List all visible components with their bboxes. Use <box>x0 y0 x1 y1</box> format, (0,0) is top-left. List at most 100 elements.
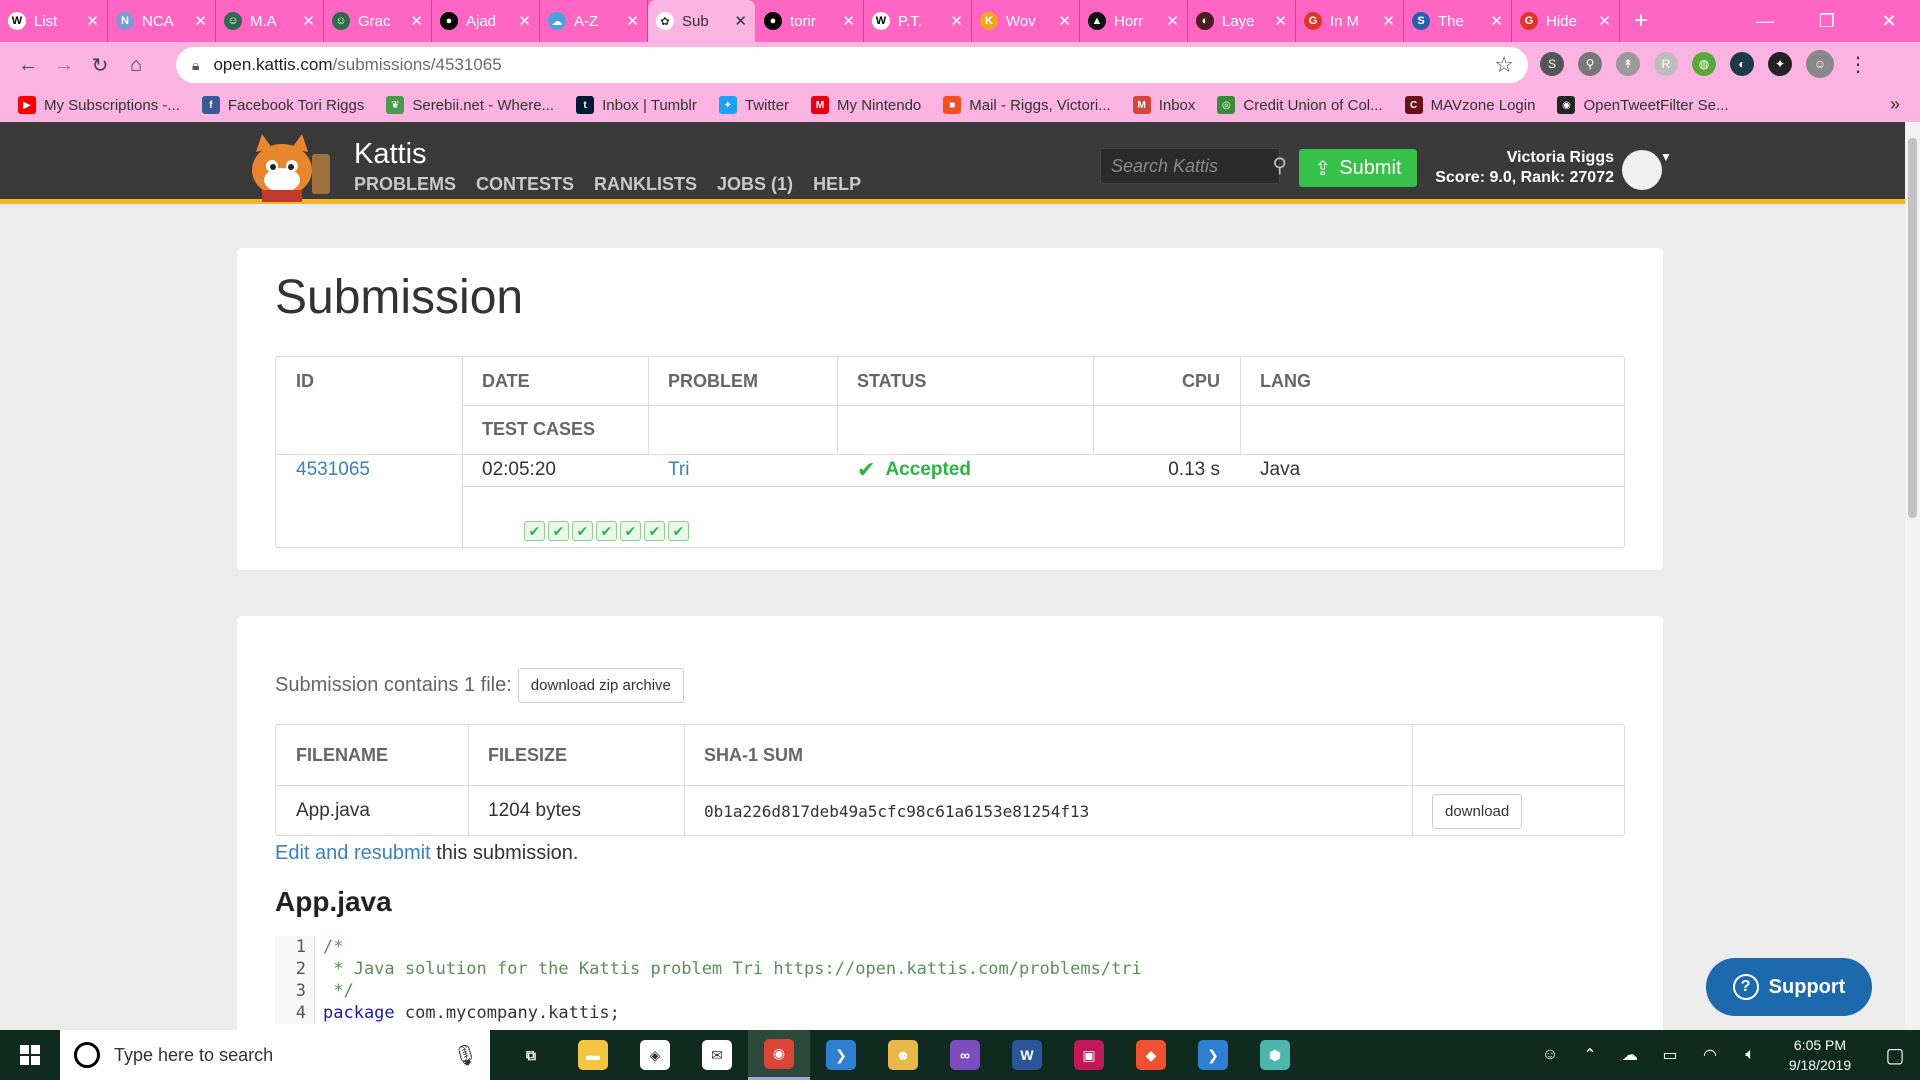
taskbar-app-store[interactable]: ◈ <box>624 1030 686 1080</box>
chevron-up-icon[interactable]: ⌃ <box>1570 1045 1610 1065</box>
tab-close-icon[interactable]: ✕ <box>1274 12 1287 30</box>
bookmark-item[interactable]: ■ Mail - Riggs, Victori... <box>943 96 1111 114</box>
browser-tab[interactable]: ☁ A-Z ✕ <box>540 0 648 42</box>
bookmark-item[interactable]: ▶ My Subscriptions -... <box>18 96 180 114</box>
tab-close-icon[interactable]: ✕ <box>302 12 315 30</box>
forward-icon[interactable]: → <box>46 47 82 83</box>
volume-icon[interactable]: 🔈︎ <box>1730 1046 1770 1064</box>
nav-jobs[interactable]: JOBS (1) <box>717 174 793 195</box>
reload-icon[interactable]: ↻ <box>82 47 118 83</box>
browser-tab[interactable]: ✿ Sub ✕ <box>648 0 756 42</box>
tab-close-icon[interactable]: ✕ <box>1058 12 1071 30</box>
clock[interactable]: 6:05 PM 9/18/2019 <box>1770 1035 1870 1075</box>
submit-button[interactable]: ⇪ Submit <box>1299 149 1417 187</box>
taskbar-app-git[interactable]: ◆ <box>1120 1030 1182 1080</box>
taskbar-app-vscode[interactable]: ❯ <box>810 1030 872 1080</box>
test-case-pass-icon[interactable]: ✔ <box>620 521 641 541</box>
taskbar-app-app-cube[interactable]: ⬢ <box>1244 1030 1306 1080</box>
tab-close-icon[interactable]: ✕ <box>86 12 99 30</box>
tab-close-icon[interactable]: ✕ <box>734 12 747 30</box>
taskbar-app-vscode-2[interactable]: ❯ <box>1182 1030 1244 1080</box>
bookmark-item[interactable]: ◎ Credit Union of Col... <box>1217 96 1383 114</box>
bookmark-item[interactable]: ◉ OpenTweetFilter Se... <box>1557 96 1729 114</box>
caret-down-icon[interactable]: ▼ <box>1660 150 1672 164</box>
tab-close-icon[interactable]: ✕ <box>1490 12 1503 30</box>
browser-tab[interactable]: K Wov ✕ <box>972 0 1080 42</box>
submission-id-link[interactable]: 4531065 <box>276 454 370 486</box>
back-icon[interactable]: ← <box>10 47 46 83</box>
microphone-icon[interactable]: 🎙︎ <box>453 1043 478 1068</box>
bookmark-item[interactable]: t Inbox | Tumblr <box>576 96 697 114</box>
bookmark-item[interactable]: f Facebook Tori Riggs <box>201 96 364 114</box>
close-window-icon[interactable]: ✕ <box>1858 0 1920 42</box>
extension-icon[interactable]: ◐ <box>1730 52 1754 76</box>
test-case-pass-icon[interactable]: ✔ <box>596 521 617 541</box>
browser-tab[interactable]: W List ✕ <box>0 0 108 42</box>
browser-tab[interactable]: ● torir ✕ <box>756 0 864 42</box>
taskbar-app-task-view[interactable]: ⧉ <box>500 1030 562 1080</box>
scrollbar-thumb[interactable] <box>1908 138 1917 518</box>
test-case-pass-icon[interactable]: ✔ <box>644 521 665 541</box>
start-button[interactable] <box>0 1030 60 1080</box>
tab-close-icon[interactable]: ✕ <box>842 12 855 30</box>
new-tab-icon[interactable]: + <box>1620 0 1662 42</box>
bookmark-item[interactable]: C MAVzone Login <box>1404 96 1535 114</box>
tab-close-icon[interactable]: ✕ <box>518 12 531 30</box>
browser-tab[interactable]: ● Ajad ✕ <box>432 0 540 42</box>
bookmark-item[interactable]: M Inbox <box>1132 96 1195 114</box>
download-file-button[interactable]: download <box>1432 793 1523 829</box>
avatar[interactable] <box>1622 150 1662 190</box>
browser-tab[interactable]: S The ✕ <box>1404 0 1512 42</box>
taskbar-app-chrome[interactable]: ◉ <box>748 1030 810 1080</box>
tab-close-icon[interactable]: ✕ <box>1598 12 1611 30</box>
wifi-icon[interactable]: ◠ <box>1690 1045 1730 1065</box>
menu-kebab-icon[interactable]: ⋮ <box>1848 52 1868 77</box>
restore-icon[interactable]: ❐ <box>1796 0 1858 42</box>
browser-tab[interactable]: ☺ M.A ✕ <box>216 0 324 42</box>
browser-tab[interactable]: ▲ Horr ✕ <box>1080 0 1188 42</box>
extension-icon[interactable]: R <box>1654 52 1678 76</box>
nav-ranklists[interactable]: RANKLISTS <box>594 174 697 195</box>
people-icon[interactable]: ☺ <box>1530 1046 1570 1064</box>
tab-close-icon[interactable]: ✕ <box>626 12 639 30</box>
extension-icon[interactable]: ◍ <box>1692 52 1716 76</box>
battery-icon[interactable]: ▭ <box>1650 1045 1690 1065</box>
support-button[interactable]: ? Support <box>1706 958 1872 1016</box>
taskbar-app-game[interactable]: ☻ <box>872 1030 934 1080</box>
notifications-icon[interactable]: ▢ <box>1870 1043 1920 1068</box>
minimize-icon[interactable]: — <box>1734 0 1796 42</box>
taskbar-search[interactable]: Type here to search 🎙︎ <box>60 1030 490 1080</box>
profile-avatar[interactable]: ☺ <box>1806 50 1834 78</box>
edit-resubmit-link[interactable]: Edit and resubmit <box>275 842 431 864</box>
taskbar-app-mail[interactable]: ✉ <box>686 1030 748 1080</box>
browser-tab[interactable]: ☺ Grac ✕ <box>324 0 432 42</box>
page-scrollbar[interactable] <box>1905 122 1920 1030</box>
kattis-brand[interactable]: Kattis <box>354 138 427 171</box>
extension-icon[interactable]: ⚲ <box>1578 52 1602 76</box>
browser-tab[interactable]: G Hide ✕ <box>1512 0 1620 42</box>
tab-close-icon[interactable]: ✕ <box>410 12 423 30</box>
nav-problems[interactable]: PROBLEMS <box>354 174 456 195</box>
tab-close-icon[interactable]: ✕ <box>1382 12 1395 30</box>
tab-close-icon[interactable]: ✕ <box>950 12 963 30</box>
kattis-cat-logo-icon[interactable] <box>240 132 340 202</box>
extension-icon[interactable]: S <box>1540 52 1564 76</box>
browser-tab[interactable]: ◐ Laye ✕ <box>1188 0 1296 42</box>
bookmark-star-icon[interactable]: ☆ <box>1494 52 1514 78</box>
home-icon[interactable]: ⌂ <box>118 47 154 83</box>
extension-icon[interactable]: ↟ <box>1616 52 1640 76</box>
test-case-pass-icon[interactable]: ✔ <box>668 521 689 541</box>
bookmark-item[interactable]: ❦ Serebii.net - Where... <box>386 96 554 114</box>
search-icon[interactable]: ⚲ <box>1272 153 1287 178</box>
url-field[interactable]: 🔒︎ open.kattis.com/submissions/4531065 ☆ <box>176 47 1528 83</box>
kattis-search-input[interactable] <box>1111 155 1241 177</box>
test-case-pass-icon[interactable]: ✔ <box>524 521 545 541</box>
onedrive-icon[interactable]: ☁ <box>1610 1045 1650 1065</box>
browser-tab[interactable]: G In M ✕ <box>1296 0 1404 42</box>
twitter-extension-icon[interactable]: ✦ <box>1768 52 1792 76</box>
test-case-pass-icon[interactable]: ✔ <box>572 521 593 541</box>
problem-link[interactable]: Tri <box>648 454 689 486</box>
test-case-pass-icon[interactable]: ✔ <box>548 521 569 541</box>
bookmark-item[interactable]: ✦ Twitter <box>718 96 789 114</box>
taskbar-app-media[interactable]: ▣ <box>1058 1030 1120 1080</box>
